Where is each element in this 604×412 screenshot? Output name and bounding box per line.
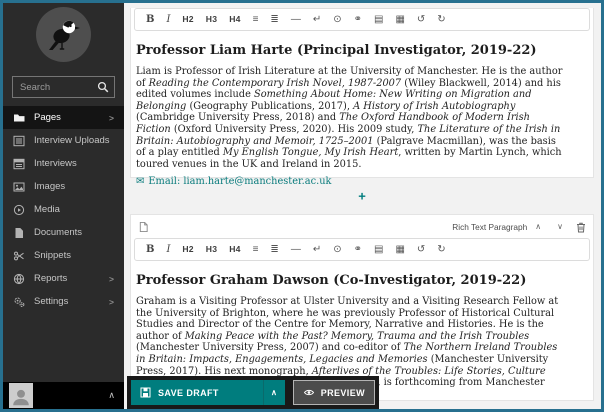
ordered-list-button[interactable]: ≡ — [247, 14, 265, 25]
document-link-button[interactable]: ▤ — [368, 244, 389, 255]
sidebar-item-label: Pages — [34, 112, 61, 123]
sidebar-nav: Pages > Interview Uploads Interviews Ima… — [3, 106, 124, 313]
rich-text-block-2: Rich Text Paragraph ∧ ∨ B I H2 H3 H4 ≡ ≣… — [130, 214, 594, 409]
save-icon — [140, 387, 151, 398]
h3-button[interactable]: H3 — [200, 245, 223, 254]
search-input[interactable] — [18, 80, 97, 94]
anchor-button[interactable]: ⊙ — [327, 244, 347, 255]
action-bar: SAVE DRAFT ∧ PREVIEW — [127, 376, 379, 409]
list-box-icon — [13, 158, 26, 170]
image-button[interactable]: ▦ — [389, 14, 410, 25]
link-button[interactable]: ⚭ — [348, 244, 368, 255]
save-draft-button[interactable]: SAVE DRAFT ∧ — [131, 380, 285, 405]
redo-button[interactable]: ↻ — [431, 244, 451, 255]
sidebar-item-pages[interactable]: Pages > — [3, 106, 124, 129]
h2-button[interactable]: H2 — [176, 245, 199, 254]
sidebar-item-label: Images — [34, 181, 66, 192]
rich-text-content[interactable]: Liam is Professor of Irish Literature at… — [136, 66, 565, 170]
block-header: Rich Text Paragraph ∧ ∨ — [131, 215, 593, 233]
chevron-right-icon: > — [109, 273, 114, 284]
wagtail-admin-window: Pages > Interview Uploads Interviews Ima… — [0, 0, 604, 412]
eye-icon — [303, 388, 315, 397]
sidebar-item-label: Documents — [34, 227, 83, 238]
save-options-toggle[interactable]: ∧ — [262, 380, 285, 405]
rich-text-toolbar: B I H2 H3 H4 ≡ ≣ — ↵ ⊙ ⚭ ▤ ▦ ↺ ↻ — [134, 8, 590, 31]
bold-button[interactable]: B — [140, 244, 160, 255]
move-block-up-button[interactable]: ∧ — [527, 223, 549, 231]
block-heading: Professor Graham Dawson (Co-Investigator… — [136, 273, 527, 288]
undo-button[interactable]: ↺ — [411, 244, 431, 255]
play-circle-icon — [13, 204, 26, 216]
globe-icon — [13, 273, 26, 285]
line-break-button[interactable]: ↵ — [307, 14, 327, 25]
image-icon — [13, 181, 26, 193]
document-icon — [13, 227, 26, 239]
folder-icon — [13, 112, 26, 124]
rich-text-toolbar: B I H2 H3 H4 ≡ ≣ — ↵ ⊙ ⚭ ▤ ▦ ↺ ↻ — [134, 238, 590, 261]
sidebar-item-label: Settings — [34, 296, 69, 307]
sidebar-item-label: Interviews — [34, 158, 77, 169]
preview-label: PREVIEW — [320, 387, 365, 398]
horizontal-rule-button[interactable]: — — [285, 14, 307, 25]
italic-button[interactable]: I — [160, 14, 176, 25]
sidebar-item-label: Media — [34, 204, 60, 215]
sidebar-item-label: Snippets — [34, 250, 71, 261]
search-box — [12, 76, 115, 98]
avatar — [9, 383, 33, 408]
logo-link[interactable] — [3, 3, 124, 62]
redo-button[interactable]: ↻ — [431, 14, 451, 25]
rich-text-block-1: B I H2 H3 H4 ≡ ≣ — ↵ ⊙ ⚭ ▤ ▦ ↺ ↻ Profess… — [130, 8, 594, 187]
save-draft-label: SAVE DRAFT — [158, 387, 219, 398]
bird-icon — [48, 20, 80, 50]
cogs-icon — [13, 296, 26, 308]
line-break-button[interactable]: ↵ — [307, 244, 327, 255]
editor-main: B I H2 H3 H4 ≡ ≣ — ↵ ⊙ ⚭ ▤ ▦ ↺ ↻ Profess… — [124, 3, 601, 409]
wagtail-bird-logo — [36, 7, 91, 62]
h4-button[interactable]: H4 — [223, 15, 246, 24]
account-bar[interactable]: ∧ — [3, 382, 124, 409]
sidebar-item-interviews[interactable]: Interviews — [3, 152, 124, 175]
move-block-down-button[interactable]: ∨ — [549, 223, 571, 231]
bold-button[interactable]: B — [140, 14, 160, 25]
unordered-list-button[interactable]: ≣ — [264, 14, 284, 25]
delete-block-button[interactable] — [571, 222, 586, 233]
unordered-list-button[interactable]: ≣ — [264, 244, 284, 255]
sidebar: Pages > Interview Uploads Interviews Ima… — [3, 3, 124, 409]
h3-button[interactable]: H3 — [200, 15, 223, 24]
caret-up-icon: ∧ — [108, 390, 115, 400]
sidebar-item-interview-uploads[interactable]: Interview Uploads — [3, 129, 124, 152]
block-type-label: Rich Text Paragraph — [452, 222, 528, 232]
sidebar-item-snippets[interactable]: Snippets — [3, 244, 124, 267]
anchor-button[interactable]: ⊙ — [327, 14, 347, 25]
horizontal-rule-button[interactable]: — — [285, 244, 307, 255]
sidebar-item-settings[interactable]: Settings > — [3, 290, 124, 313]
link-button[interactable]: ⚭ — [348, 14, 368, 25]
snippets-icon — [13, 250, 26, 262]
undo-button[interactable]: ↺ — [411, 14, 431, 25]
chevron-right-icon: > — [109, 112, 114, 123]
document-link-button[interactable]: ▤ — [368, 14, 389, 25]
sidebar-item-reports[interactable]: Reports > — [3, 267, 124, 290]
sidebar-item-images[interactable]: Images — [3, 175, 124, 198]
sidebar-item-documents[interactable]: Documents — [3, 221, 124, 244]
sidebar-item-label: Reports — [34, 273, 68, 284]
preview-button[interactable]: PREVIEW — [292, 380, 375, 405]
block-heading: Professor Liam Harte (Principal Investig… — [136, 43, 537, 58]
ordered-list-button[interactable]: ≡ — [247, 244, 265, 255]
add-block-button[interactable]: + — [352, 187, 372, 206]
sidebar-item-media[interactable]: Media — [3, 198, 124, 221]
sidebar-item-label: Interview Uploads — [34, 135, 110, 146]
image-button[interactable]: ▦ — [389, 244, 410, 255]
h4-button[interactable]: H4 — [223, 245, 246, 254]
h2-button[interactable]: H2 — [176, 15, 199, 24]
block-type-icon — [138, 221, 149, 233]
italic-button[interactable]: I — [160, 244, 176, 255]
block-divider: + — [130, 178, 594, 214]
chevron-right-icon: > — [109, 296, 114, 307]
search-icon[interactable] — [97, 81, 109, 93]
form-icon — [13, 135, 26, 147]
